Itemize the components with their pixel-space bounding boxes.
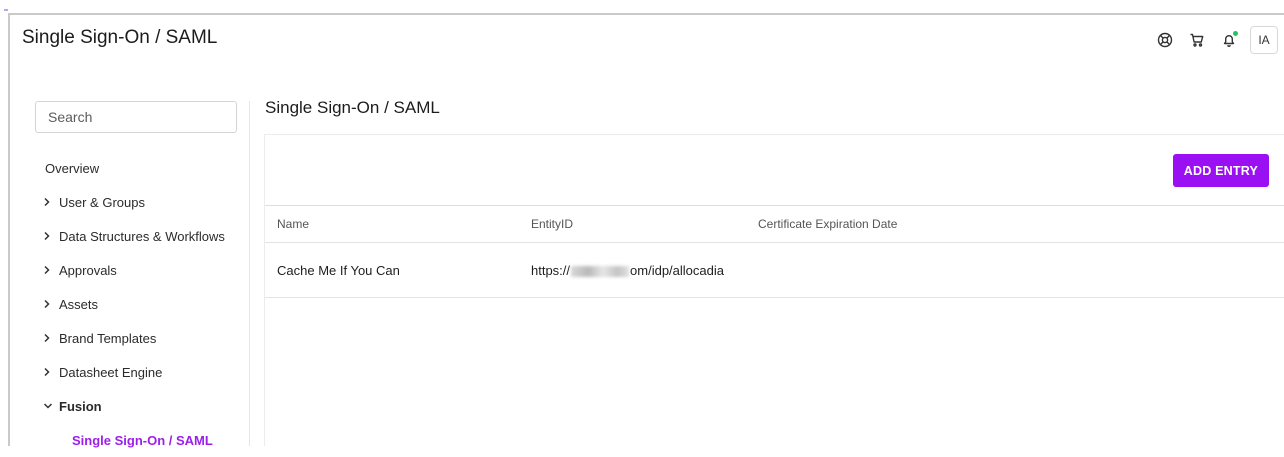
chevron-down-icon [43, 402, 57, 410]
card-toolbar: ADD ENTRY [265, 135, 1284, 206]
cell-entityid: https:// om/idp/allocadia [531, 242, 758, 298]
column-header-expiration[interactable]: Certificate Expiration Date [758, 206, 1284, 243]
sidebar-item-overview[interactable]: Overview [35, 151, 250, 185]
chevron-right-icon [43, 265, 57, 275]
sidebar-item-label: Fusion [59, 398, 102, 414]
redacted-blur [571, 265, 630, 277]
cell-name: Cache Me If You Can [265, 242, 531, 298]
add-entry-button[interactable]: ADD ENTRY [1172, 154, 1269, 187]
sidebar-item-label: Assets [59, 296, 99, 312]
sso-card: ADD ENTRY Name EntityID Certificate Expi… [264, 134, 1284, 446]
sidebar-item-brand-templates[interactable]: Brand Templates [35, 321, 250, 355]
app-title: Single Sign-On / SAML [22, 27, 218, 48]
app-window: Single Sign-On / SAML IA Search Overview… [0, 0, 1284, 448]
sidebar-item-fusion[interactable]: Fusion [35, 389, 250, 423]
chevron-right-icon [43, 299, 57, 309]
sidebar-item-assets[interactable]: Assets [35, 287, 250, 321]
cart-icon[interactable] [1186, 29, 1208, 51]
chevron-right-icon [43, 231, 57, 241]
entityid-suffix: om/idp/allocadia [630, 262, 724, 278]
sidebar-item-label: Brand Templates [59, 330, 157, 346]
chevron-right-icon [43, 197, 57, 207]
window-top-border [8, 13, 1284, 15]
sidebar-item-label: Single Sign-On / SAML [72, 432, 213, 448]
sidebar-item-label: User & Groups [59, 194, 145, 210]
sidebar-item-approvals[interactable]: Approvals [35, 253, 250, 287]
user-avatar[interactable]: IA [1250, 26, 1278, 54]
sidebar-item-label: Datasheet Engine [59, 364, 163, 380]
sso-table: Name EntityID Certificate Expiration Dat… [265, 206, 1284, 298]
table-header-row: Name EntityID Certificate Expiration Dat… [265, 206, 1284, 243]
page-title: Single Sign-On / SAML [265, 98, 440, 117]
sidebar-item-sso-saml[interactable]: Single Sign-On / SAML [35, 423, 250, 457]
sidebar-item-datasheet-engine[interactable]: Datasheet Engine [35, 355, 250, 389]
sidebar-item-user-groups[interactable]: User & Groups [35, 185, 250, 219]
bell-icon[interactable] [1218, 29, 1240, 51]
sidebar-nav: Overview User & Groups Data Structures &… [35, 151, 250, 457]
window-left-border [8, 13, 10, 446]
entityid-prefix: https:// [531, 262, 571, 278]
chevron-right-icon [43, 367, 57, 377]
table-row[interactable]: Cache Me If You Can https:// om/idp/alloc… [265, 242, 1284, 298]
column-header-name[interactable]: Name [265, 206, 531, 243]
search-input[interactable] [35, 101, 237, 133]
sidebar-item-data-structures[interactable]: Data Structures & Workflows [35, 219, 250, 253]
sidebar-item-label: Approvals [59, 262, 117, 278]
help-icon[interactable] [1154, 29, 1176, 51]
sidebar-divider [249, 101, 250, 446]
column-header-entityid[interactable]: EntityID [531, 206, 758, 243]
header-actions: IA [1154, 26, 1278, 54]
chevron-right-icon [43, 333, 57, 343]
cell-expiration [758, 242, 1284, 298]
sidebar-item-label: Overview [45, 160, 100, 176]
sidebar-item-label: Data Structures & Workflows [59, 228, 225, 244]
sidebar: Overview User & Groups Data Structures &… [35, 101, 250, 448]
notification-dot [1233, 31, 1238, 36]
window-corner-marker [4, 9, 8, 11]
